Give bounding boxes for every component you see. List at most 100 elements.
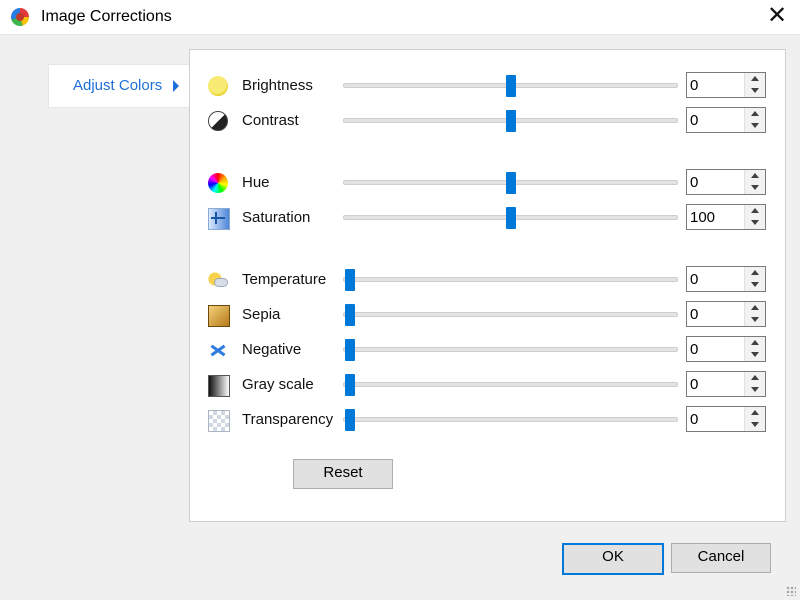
grayscale-spinbox[interactable]: 0: [686, 371, 766, 397]
weather-icon: [208, 270, 228, 290]
sepia-row: Sepia 0: [190, 299, 785, 329]
hue-spinbox[interactable]: 0: [686, 169, 766, 195]
hue-decrease-button[interactable]: [745, 182, 765, 194]
up-arrow-icon: [751, 208, 759, 213]
saturation-value[interactable]: 100: [690, 209, 715, 226]
temperature-slider-track[interactable]: [343, 269, 678, 291]
transparency-decrease-button[interactable]: [745, 419, 765, 431]
contrast-spinbox[interactable]: 0: [686, 107, 766, 133]
sepia-spin-buttons[interactable]: [744, 302, 765, 326]
hue-label: Hue: [242, 174, 270, 191]
transparency-spin-buttons[interactable]: [744, 407, 765, 431]
transparency-icon: [208, 410, 230, 432]
brightness-slider-thumb[interactable]: [506, 75, 516, 97]
resize-grip-icon[interactable]: [786, 586, 796, 596]
up-arrow-icon: [751, 340, 759, 345]
negative-slider-thumb[interactable]: [345, 339, 355, 361]
negative-spin-buttons[interactable]: [744, 337, 765, 361]
contrast-spin-buttons[interactable]: [744, 108, 765, 132]
negative-value[interactable]: 0: [690, 341, 698, 358]
up-arrow-icon: [751, 173, 759, 178]
temperature-decrease-button[interactable]: [745, 279, 765, 291]
temperature-slider-thumb[interactable]: [345, 269, 355, 291]
down-arrow-icon: [751, 282, 759, 287]
saturation-spin-buttons[interactable]: [744, 205, 765, 229]
contrast-slider-track[interactable]: [343, 110, 678, 132]
up-arrow-icon: [751, 76, 759, 81]
saturation-decrease-button[interactable]: [745, 217, 765, 229]
chevron-right-icon: [173, 80, 179, 92]
saturation-icon: [208, 208, 230, 230]
grayscale-decrease-button[interactable]: [745, 384, 765, 396]
brightness-spinbox[interactable]: 0: [686, 72, 766, 98]
title-bar: Image Corrections ✕: [0, 0, 800, 35]
reset-button[interactable]: Reset: [293, 459, 393, 489]
grayscale-slider-track[interactable]: [343, 374, 678, 396]
ok-button[interactable]: OK: [562, 543, 664, 575]
temperature-label: Temperature: [242, 271, 327, 288]
transparency-slider-thumb[interactable]: [345, 409, 355, 431]
brightness-row: Brightness 0: [190, 70, 785, 100]
brightness-decrease-button[interactable]: [745, 85, 765, 97]
sepia-slider-thumb[interactable]: [345, 304, 355, 326]
up-arrow-icon: [751, 111, 759, 116]
sepia-value[interactable]: 0: [690, 306, 698, 323]
contrast-label: Contrast: [242, 112, 299, 129]
down-arrow-icon: [751, 317, 759, 322]
window-title: Image Corrections: [41, 8, 172, 25]
down-arrow-icon: [751, 123, 759, 128]
hue-slider-track[interactable]: [343, 172, 678, 194]
brightness-label: Brightness: [242, 77, 313, 94]
negative-row: Negative 0: [190, 334, 785, 364]
sidebar-item-adjust-colors[interactable]: Adjust Colors: [48, 64, 191, 108]
saturation-row: Saturation 100: [190, 202, 785, 232]
contrast-decrease-button[interactable]: [745, 120, 765, 132]
transparency-label: Transparency: [242, 411, 334, 428]
negative-spinbox[interactable]: 0: [686, 336, 766, 362]
temperature-spin-buttons[interactable]: [744, 267, 765, 291]
down-arrow-icon: [751, 220, 759, 225]
brightness-spin-buttons[interactable]: [744, 73, 765, 97]
grayscale-row: Gray scale 0: [190, 369, 785, 399]
grayscale-spin-buttons[interactable]: [744, 372, 765, 396]
down-arrow-icon: [751, 387, 759, 392]
negative-label: Negative: [242, 341, 302, 358]
brightness-value[interactable]: 0: [690, 77, 698, 94]
sepia-spinbox[interactable]: 0: [686, 301, 766, 327]
grayscale-label: Gray scale: [242, 376, 314, 393]
cancel-button[interactable]: Cancel: [671, 543, 771, 573]
up-arrow-icon: [751, 410, 759, 415]
sepia-slider-track[interactable]: [343, 304, 678, 326]
transparency-row: Transparency 0: [190, 404, 785, 434]
hue-value[interactable]: 0: [690, 174, 698, 191]
close-button[interactable]: ✕: [754, 0, 800, 34]
negative-icon: [208, 340, 228, 360]
contrast-icon: [208, 111, 228, 131]
transparency-slider-track[interactable]: [343, 409, 678, 431]
hue-slider-thumb[interactable]: [506, 172, 516, 194]
saturation-spinbox[interactable]: 100: [686, 204, 766, 230]
grayscale-slider-thumb[interactable]: [345, 374, 355, 396]
contrast-value[interactable]: 0: [690, 112, 698, 129]
hue-spin-buttons[interactable]: [744, 170, 765, 194]
contrast-row: Contrast 0: [190, 105, 785, 135]
transparency-value[interactable]: 0: [690, 411, 698, 428]
temperature-value[interactable]: 0: [690, 271, 698, 288]
transparency-spinbox[interactable]: 0: [686, 406, 766, 432]
temperature-spinbox[interactable]: 0: [686, 266, 766, 292]
down-arrow-icon: [751, 352, 759, 357]
down-arrow-icon: [751, 185, 759, 190]
negative-slider-track[interactable]: [343, 339, 678, 361]
contrast-slider-thumb[interactable]: [506, 110, 516, 132]
saturation-slider-thumb[interactable]: [506, 207, 516, 229]
saturation-slider-track[interactable]: [343, 207, 678, 229]
sun-icon: [208, 76, 228, 96]
brightness-slider-track[interactable]: [343, 75, 678, 97]
down-arrow-icon: [751, 88, 759, 93]
adjustments-panel: Brightness 0 Contrast 0 Hue 0 Saturation…: [189, 49, 786, 522]
hue-row: Hue 0: [190, 167, 785, 197]
negative-decrease-button[interactable]: [745, 349, 765, 361]
grayscale-value[interactable]: 0: [690, 376, 698, 393]
up-arrow-icon: [751, 270, 759, 275]
sepia-decrease-button[interactable]: [745, 314, 765, 326]
